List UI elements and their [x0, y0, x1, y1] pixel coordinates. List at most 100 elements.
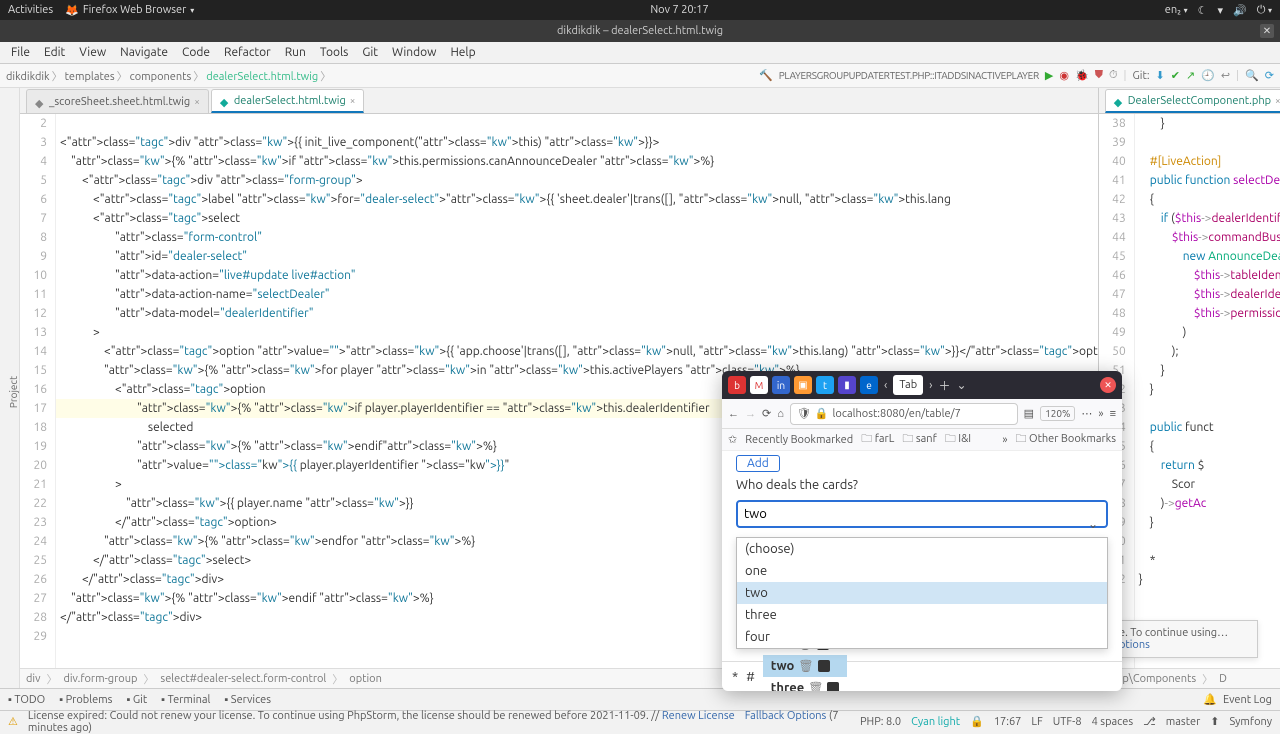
status-php[interactable]: PHP: 8.0	[860, 716, 901, 728]
run-config-selector[interactable]: PLAYERSGROUPUPDATERTEST.PHP::ITADDSINACT…	[779, 70, 1039, 81]
menu-help[interactable]: Help	[445, 44, 480, 61]
stop-icon[interactable]: ◉	[1059, 69, 1069, 82]
menu-navigate[interactable]: Navigate	[115, 44, 173, 61]
bookmark-folder[interactable]: 🗀 sanf	[902, 430, 936, 449]
git-commit-icon[interactable]: ✔	[1171, 69, 1180, 82]
deploy-icon[interactable]: ⬆	[1210, 715, 1219, 728]
status-line-ending[interactable]: LF	[1031, 716, 1042, 728]
nav-home-icon[interactable]: ⌂	[777, 408, 784, 420]
btm-tab-todo[interactable]: ▪ TODO	[8, 694, 45, 706]
reader-icon[interactable]: ▤	[1024, 407, 1034, 420]
pinned-tab[interactable]: e	[860, 376, 878, 394]
pinned-tab[interactable]: M	[750, 376, 768, 394]
recently-bookmarked[interactable]: Recently Bookmarked	[745, 434, 853, 446]
app-menu[interactable]: 🦊 Firefox Web Browser ▾	[65, 4, 194, 17]
overflow-icon[interactable]: »	[1098, 408, 1103, 420]
status-branch[interactable]: master	[1166, 716, 1200, 728]
menu-run[interactable]: Run	[280, 44, 311, 61]
git-update-icon[interactable]: ⬇	[1156, 69, 1165, 82]
zoom-indicator[interactable]: 120%	[1040, 406, 1075, 421]
dealer-option[interactable]: one	[737, 560, 1107, 582]
dealer-option[interactable]: (choose)	[737, 538, 1107, 560]
player-chip[interactable]: three 🗑	[763, 677, 848, 692]
night-light-icon[interactable]: ☾	[1198, 4, 1208, 17]
pinned-tab[interactable]: ▣	[794, 376, 812, 394]
hamburger-icon[interactable]: ≡	[1110, 408, 1116, 420]
page-actions-icon[interactable]: ⋯	[1081, 407, 1092, 420]
clock[interactable]: Nov 7 20:17	[194, 4, 1165, 16]
menu-git[interactable]: Git	[357, 44, 383, 61]
pinned-tab[interactable]: t	[816, 376, 834, 394]
git-push-icon[interactable]: ↗	[1186, 69, 1195, 82]
toolwindow-project[interactable]: Project	[8, 376, 19, 408]
close-tab-icon[interactable]: ×	[1275, 95, 1280, 106]
close-tab-icon[interactable]: ×	[194, 96, 200, 107]
new-tab-button[interactable]: ＋	[939, 377, 951, 394]
run-icon[interactable]: ▶	[1045, 69, 1053, 82]
volume-icon[interactable]: 🔊	[1233, 4, 1247, 17]
activities-button[interactable]: Activities	[8, 4, 53, 16]
menu-window[interactable]: Window	[387, 44, 441, 61]
delete-player-icon[interactable]: 🗑	[808, 681, 823, 692]
menu-view[interactable]: View	[74, 44, 111, 61]
browser-tab[interactable]: Tab	[893, 375, 923, 395]
btm-tab-services[interactable]: ▪ Services	[224, 694, 271, 706]
menu-edit[interactable]: Edit	[39, 44, 70, 61]
status-encoding[interactable]: UTF-8	[1053, 716, 1082, 728]
search-icon[interactable]: 🔍	[1245, 69, 1259, 82]
menu-file[interactable]: File	[6, 44, 35, 61]
pinned-tab[interactable]: in	[772, 376, 790, 394]
bookmark-folder[interactable]: 🗀 I&I	[945, 430, 971, 449]
status-symfony[interactable]: Symfony	[1229, 716, 1272, 728]
editor-tab[interactable]: ◆_scoreSheet.sheet.html.twig×	[26, 89, 209, 113]
window-close-button[interactable]: ✕	[1260, 24, 1274, 38]
pinned-tab[interactable]: b	[728, 376, 746, 394]
pinned-tab[interactable]: ▮	[838, 376, 856, 394]
profile-icon[interactable]: ⏱	[1109, 69, 1118, 82]
bookmark-folder[interactable]: 🗀 farL	[861, 430, 894, 449]
close-tab-icon[interactable]: ×	[350, 95, 356, 106]
nav-reload-icon[interactable]: ⟳	[762, 407, 771, 420]
btm-tab-git[interactable]: ▪ Git	[126, 694, 147, 706]
tab-prev-icon[interactable]: ‹	[884, 379, 887, 392]
editor-tab[interactable]: ◆DealerSelectComponent.php×	[1105, 89, 1280, 113]
git-rollback-icon[interactable]: ↩	[1221, 69, 1230, 82]
add-button[interactable]: Add	[736, 455, 780, 472]
breadcrumb[interactable]: dikdikdik〉templates〉components〉dealerSel…	[6, 68, 333, 84]
dealer-option[interactable]: four	[737, 626, 1107, 648]
status-caret-pos[interactable]: 17:67	[994, 716, 1022, 728]
url-input[interactable]: 🛡 🔒 localhost:8080/en/table/7	[790, 403, 1018, 425]
notification-icon[interactable]: 🔔	[1203, 693, 1217, 706]
firefox-close-button[interactable]: ✕	[1100, 377, 1116, 393]
bookmarks-overflow-icon[interactable]: »	[1002, 434, 1007, 446]
ide-nav-toolbar: dikdikdik〉templates〉components〉dealerSel…	[0, 64, 1280, 88]
network-icon[interactable]: ▾	[1218, 4, 1224, 17]
other-bookmarks[interactable]: 🗀 Other Bookmarks	[1016, 430, 1117, 449]
tabs-dropdown-icon[interactable]: ⌄	[957, 378, 967, 392]
code-area[interactable]: } #[LiveAction] public function selectDe…	[1135, 114, 1280, 668]
coverage-icon[interactable]: ⛊	[1095, 69, 1103, 82]
nav-back-icon[interactable]: ←	[728, 408, 739, 420]
editor-tab[interactable]: ◆dealerSelect.html.twig×	[211, 89, 365, 113]
build-icon[interactable]: 🔨	[759, 69, 773, 82]
event-log-tab[interactable]: Event Log	[1223, 694, 1272, 706]
input-lang[interactable]: en₂ ▾	[1165, 4, 1188, 16]
dealer-select[interactable]: two	[736, 500, 1108, 528]
nav-forward-icon[interactable]: →	[745, 408, 756, 420]
dealer-option[interactable]: two	[737, 582, 1107, 604]
editor-crumb-right[interactable]: \App\Components〉D	[1099, 668, 1280, 688]
status-indent[interactable]: 4 spaces	[1092, 716, 1134, 728]
menu-code[interactable]: Code	[177, 44, 215, 61]
tab-next-icon[interactable]: ›	[929, 379, 932, 392]
status-theme[interactable]: Cyan light	[911, 716, 960, 728]
power-icon[interactable]: ⏻ ▾	[1257, 4, 1272, 17]
toast-link[interactable]: ptions	[1119, 639, 1247, 651]
menu-refactor[interactable]: Refactor	[219, 44, 276, 61]
btm-tab-terminal[interactable]: ▪ Terminal	[161, 694, 210, 706]
dealer-option[interactable]: three	[737, 604, 1107, 626]
menu-tools[interactable]: Tools	[315, 44, 354, 61]
sync-icon[interactable]: ⟳	[1265, 69, 1274, 82]
btm-tab-problems[interactable]: ▪ Problems	[59, 694, 112, 706]
debug-icon[interactable]: 🐞	[1075, 69, 1089, 82]
git-history-icon[interactable]: 🕘	[1201, 69, 1215, 82]
